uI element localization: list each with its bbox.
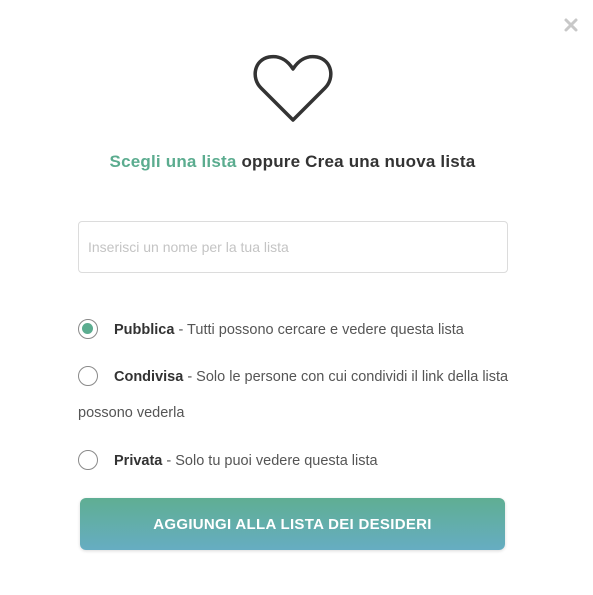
add-to-wishlist-button[interactable]: AGGIUNGI ALLA LISTA DEI DESIDERI [80, 498, 505, 550]
option-pubblica-description: - Tutti possono cercare e vedere questa … [174, 322, 464, 338]
option-privata-label[interactable]: Privata [114, 453, 162, 469]
list-name-input[interactable] [78, 221, 508, 273]
option-privata: Privata - Solo tu puoi vedere questa lis… [78, 443, 518, 479]
option-pubblica: Pubblica - Tutti possono cercare e veder… [78, 312, 518, 348]
radio-condivisa[interactable] [78, 366, 98, 386]
option-condivisa: Condivisa - Solo le persone con cui cond… [78, 359, 518, 431]
create-list-text: oppure Crea una nuova lista [236, 152, 476, 171]
option-privata-description: - Solo tu puoi vedere questa lista [162, 453, 378, 469]
dialog-title: Scegli una lista oppure Crea una nuova l… [0, 152, 585, 172]
option-condivisa-label[interactable]: Condivisa [114, 369, 183, 385]
radio-pubblica[interactable] [78, 319, 98, 339]
option-pubblica-label[interactable]: Pubblica [114, 322, 174, 338]
choose-list-link[interactable]: Scegli una lista [110, 152, 237, 171]
radio-privata[interactable] [78, 450, 98, 470]
heart-outline-icon [252, 52, 334, 124]
close-icon[interactable] [562, 16, 580, 34]
